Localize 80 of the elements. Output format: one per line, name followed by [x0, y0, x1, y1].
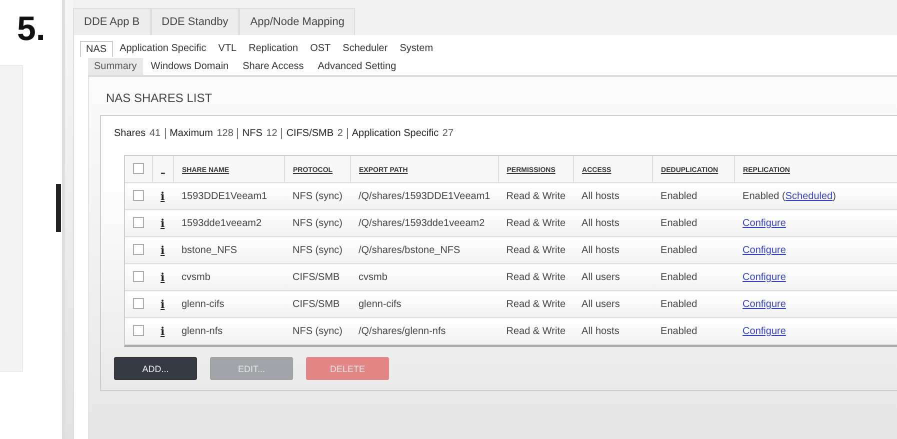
info-icon[interactable]: i [160, 324, 165, 338]
section-tab[interactable]: Application Specific [114, 41, 212, 57]
access-cell: All hosts [582, 218, 620, 228]
info-icon[interactable]: i [160, 216, 165, 230]
info-icon[interactable]: i [160, 270, 165, 284]
access-cell: All users [582, 272, 620, 282]
deduplication-cell: Enabled [660, 298, 698, 310]
replication-status: Enabled ( [742, 190, 786, 202]
select-all-checkbox[interactable] [133, 163, 144, 174]
section-tab[interactable]: NAS [80, 41, 113, 57]
section-tab[interactable]: Replication [244, 41, 304, 57]
top-tab[interactable]: DDE App B [73, 8, 151, 35]
top-tab[interactable]: DDE Standby [150, 8, 240, 35]
share-name: bstone_NFS [182, 244, 238, 256]
sub-tab[interactable]: Summary [88, 58, 143, 75]
permissions-cell: Read & Write [506, 218, 566, 228]
share-name: glenn-cifs [182, 298, 224, 310]
step-number: 5. [17, 12, 46, 46]
top-tab[interactable]: App/Node Mapping [239, 8, 356, 35]
row-checkbox[interactable] [133, 190, 144, 202]
export-path: glenn-cifs [358, 298, 402, 310]
share-name: glenn-nfs [182, 326, 223, 336]
sub-tab[interactable]: Advanced Setting [312, 58, 402, 75]
export-path: /Q/shares/bstone_NFS [358, 244, 460, 256]
row-checkbox[interactable] [133, 325, 144, 336]
export-path: cvsmb [358, 272, 388, 282]
protocol-cell: NFS (sync) [292, 326, 342, 336]
info-icon[interactable]: i [160, 298, 165, 310]
permissions-cell: Read & Write [506, 272, 566, 282]
protocol-cell: CIFS/SMB [292, 298, 340, 310]
replication-status: ) [832, 190, 836, 202]
share-stat: Application Specific 27 [352, 128, 454, 139]
deduplication-cell: Enabled [660, 218, 698, 228]
configure-link[interactable]: Configure [742, 326, 786, 336]
permissions-cell: Read & Write [506, 190, 566, 202]
row-checkbox[interactable] [133, 298, 144, 310]
share-stat: Maximum 128 [170, 128, 234, 139]
row-checkbox[interactable] [133, 271, 144, 282]
action-button[interactable]: ADD... [114, 357, 197, 380]
protocol-cell: NFS (sync) [292, 218, 342, 228]
access-cell: All users [582, 298, 620, 310]
access-cell: All hosts [582, 190, 620, 202]
configure-link[interactable]: Configure [742, 244, 786, 256]
configure-link[interactable]: Configure [742, 218, 786, 228]
deduplication-cell: Enabled [660, 244, 698, 256]
share-stat: Shares 41 [114, 128, 161, 139]
sub-tab[interactable]: Share Access [236, 58, 310, 75]
share-stat: NFS 12 [242, 128, 278, 139]
section-tab[interactable]: VTL [213, 41, 242, 57]
share-name: 1593dde1veeam2 [182, 218, 262, 228]
deduplication-cell: Enabled [660, 272, 698, 282]
share-stat: CIFS/SMB 2 [286, 128, 343, 139]
export-path: /Q/shares/1593DDE1Veeam1 [358, 190, 490, 202]
configure-link[interactable]: Configure [742, 272, 786, 282]
protocol-cell: CIFS/SMB [292, 272, 340, 282]
info-icon[interactable]: i [160, 244, 165, 256]
scheduled-link[interactable]: Scheduled [785, 190, 833, 202]
access-cell: All hosts [582, 326, 620, 336]
protocol-cell: NFS (sync) [292, 244, 342, 256]
share-name: cvsmb [182, 272, 210, 282]
section-tab[interactable]: System [394, 41, 438, 57]
row-checkbox[interactable] [133, 217, 144, 228]
deduplication-cell: Enabled [660, 326, 698, 336]
share-name: 1593DDE1Veeam1 [182, 190, 268, 202]
deduplication-cell: Enabled [660, 190, 698, 202]
sub-tab[interactable]: Windows Domain [144, 58, 235, 75]
scroll-marker [56, 184, 61, 232]
permissions-cell: Read & Write [506, 298, 566, 310]
export-path: /Q/shares/1593dde1veeam2 [358, 218, 485, 228]
section-tab[interactable]: OST [305, 41, 336, 57]
section-tab[interactable]: Scheduler [338, 41, 393, 57]
export-path: /Q/shares/glenn-nfs [358, 326, 446, 336]
row-checkbox[interactable] [133, 244, 144, 256]
permissions-cell: Read & Write [506, 326, 566, 336]
info-icon[interactable]: i [160, 190, 165, 202]
access-cell: All hosts [582, 244, 620, 256]
configure-link[interactable]: Configure [742, 298, 786, 310]
permissions-cell: Read & Write [506, 244, 566, 256]
protocol-cell: NFS (sync) [292, 190, 342, 202]
section-heading: NAS SHARES LIST [106, 91, 214, 105]
